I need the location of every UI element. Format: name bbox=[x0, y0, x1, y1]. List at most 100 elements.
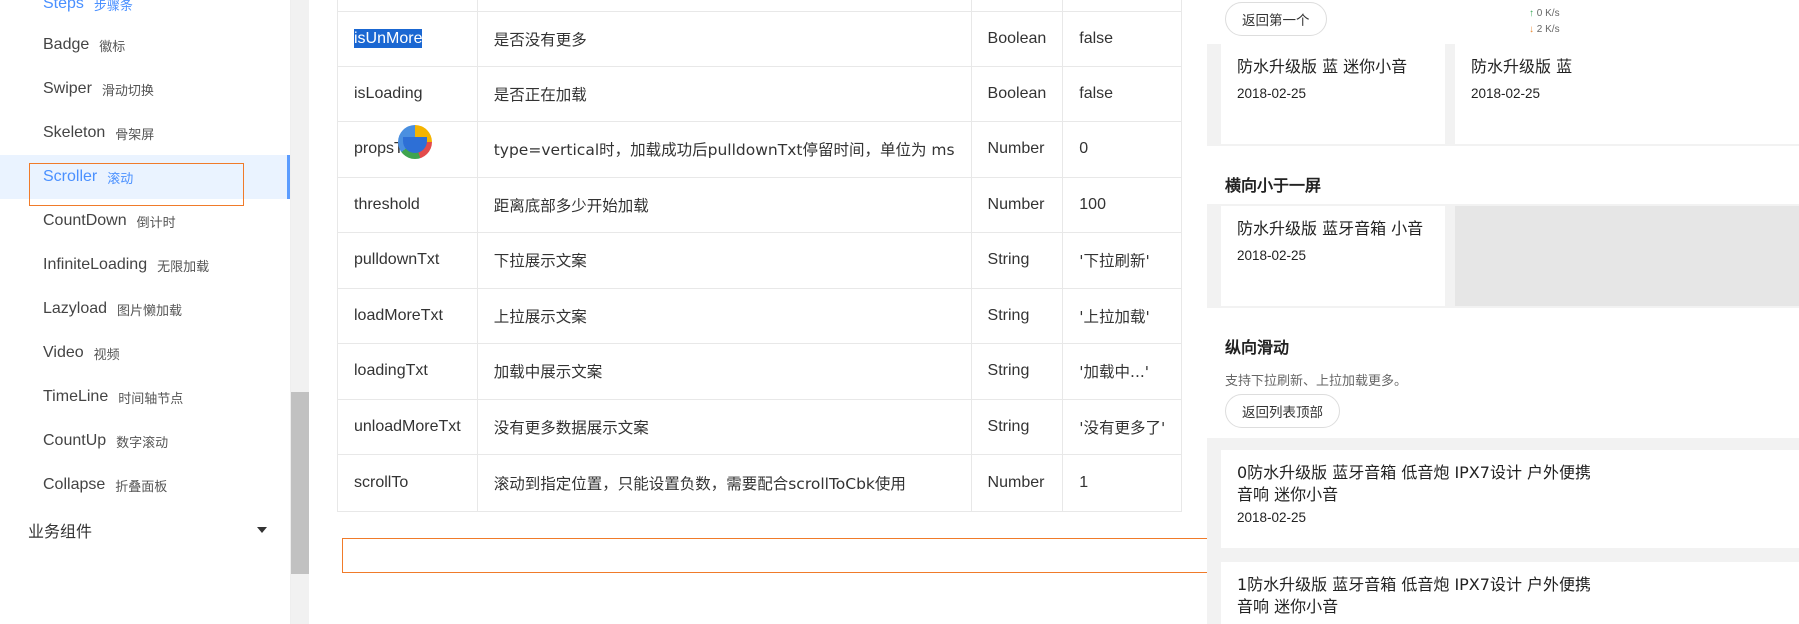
sidebar-item-sublabel: 滚动 bbox=[107, 171, 134, 187]
table-row: threshold 距离底部多少开始加载 Number 100 bbox=[337, 177, 1183, 233]
sidebar-item-sublabel: 倒计时 bbox=[136, 215, 176, 231]
item-title-line2: 音响 迷你小音 bbox=[1237, 485, 1339, 504]
item-title: 防水升级版 蓝牙音箱 小音 bbox=[1237, 219, 1424, 238]
sidebar-item-scroller[interactable]: Scroller 滚动 bbox=[0, 155, 290, 199]
sidebar-item-collapse[interactable]: Collapse 折叠面板 bbox=[0, 463, 290, 507]
table-cell-name: scrollTo bbox=[337, 454, 478, 512]
list-item[interactable]: 防水升级版 蓝 2018-02-25 bbox=[1455, 44, 1799, 144]
sidebar-item-label: Skeleton bbox=[43, 124, 106, 141]
table-cell-default: '下拉刷新' bbox=[1062, 232, 1183, 289]
table-cell-type bbox=[971, 0, 1064, 12]
sidebar-item-label: CountUp bbox=[43, 432, 107, 449]
table-cell-name: isLoading bbox=[337, 66, 478, 122]
table-cell-desc: 下拉展示文案 bbox=[477, 232, 972, 289]
download-speed: ↓ 2 K/s bbox=[1529, 24, 1560, 35]
table-row: isLoading 是否正在加载 Boolean false bbox=[337, 66, 1183, 122]
sidebar-item-lazyload[interactable]: Lazyload 图片懒加载 bbox=[0, 287, 290, 331]
sidebar-item-skeleton[interactable]: Skeleton 骨架屏 bbox=[0, 111, 290, 155]
list-item[interactable]: 0防水升级版 蓝牙音箱 低音炮 IPX7设计 户外便携 音响 迷你小音 2018… bbox=[1221, 450, 1799, 548]
table-cell-name: loadingTxt bbox=[337, 343, 478, 400]
list-item[interactable]: 防水升级版 蓝牙音箱 小音 2018-02-25 bbox=[1221, 206, 1445, 306]
sidebar-item-infiniteloading[interactable]: InfiniteLoading 无限加载 bbox=[0, 243, 290, 287]
table-cell-name: isUnMore bbox=[337, 11, 478, 67]
table-row: loadMoreTxt 上拉展示文案 String '上拉加载' bbox=[337, 288, 1183, 344]
item-date: 2018-02-25 bbox=[1237, 510, 1307, 525]
table-row: isUnMore 是否没有更多 Boolean false bbox=[337, 11, 1183, 67]
table-cell-type: String bbox=[971, 288, 1064, 344]
sidebar-group-business[interactable]: 业务组件 bbox=[0, 508, 290, 552]
sidebar-item-countup[interactable]: CountUp 数字滚动 bbox=[0, 419, 290, 463]
table-cell-default: 1 bbox=[1062, 454, 1183, 512]
sidebar-item-label: TimeLine bbox=[43, 388, 109, 405]
table-cell-type: Boolean bbox=[971, 66, 1064, 122]
sidebar-item-swiper[interactable]: Swiper 滑动切换 bbox=[0, 67, 290, 111]
demo-preview: 返回第一个 防水升级版 蓝 迷你小音 2018-02-25 防水升级版 蓝 20… bbox=[1207, 0, 1799, 624]
table-cell-desc: 滚动到指定位置，只能设置负数，需要配合scrollToCbk使用 bbox=[477, 454, 972, 512]
sidebar-item-sublabel: 折叠面板 bbox=[115, 479, 168, 495]
table-cell-desc bbox=[477, 0, 972, 12]
table-cell-desc: 上拉展示文案 bbox=[477, 288, 972, 344]
table-cell-desc: 没有更多数据展示文案 bbox=[477, 399, 972, 455]
list-item[interactable]: 防水升级版 蓝 迷你小音 2018-02-25 bbox=[1221, 44, 1445, 144]
sidebar-item-sublabel: 无限加载 bbox=[157, 259, 210, 275]
table-cell-type: Number bbox=[971, 454, 1064, 512]
caret-down-icon bbox=[257, 527, 267, 533]
table-cell-type: Number bbox=[971, 121, 1064, 178]
sidebar-item-label: CountDown bbox=[43, 212, 127, 229]
sidebar-item-sublabel: 图片懒加载 bbox=[117, 303, 183, 319]
table-cell-default: 0 bbox=[1062, 121, 1183, 178]
scrollbar-thumb[interactable] bbox=[291, 392, 309, 574]
sidebar-item-badge[interactable]: Badge 徽标 bbox=[0, 23, 290, 67]
item-title-line1: 1防水升级版 蓝牙音箱 低音炮 IPX7设计 户外便携 bbox=[1237, 575, 1592, 594]
table-cell-desc: 加载中展示文案 bbox=[477, 343, 972, 400]
upload-speed: ↑ 0 K/s bbox=[1529, 8, 1560, 19]
table-cell-type: Number bbox=[971, 177, 1064, 233]
table-cell-name: propsTim bbox=[337, 121, 478, 178]
item-date: 2018-02-25 bbox=[1471, 86, 1541, 101]
sidebar-item-label: InfiniteLoading bbox=[43, 256, 148, 273]
bowl-emoji-icon bbox=[398, 125, 433, 159]
table-cell-default: false bbox=[1062, 11, 1183, 67]
item-title: 防水升级版 蓝 bbox=[1471, 57, 1573, 76]
table-cell-type: Boolean bbox=[971, 11, 1064, 67]
table-cell-default bbox=[1062, 0, 1183, 12]
sidebar-item-sublabel: 步骤条 bbox=[93, 0, 133, 14]
sidebar-item-label: Collapse bbox=[43, 476, 106, 493]
sidebar-item-label: Steps bbox=[43, 0, 84, 12]
table-cell-desc: 是否正在加载 bbox=[477, 66, 972, 122]
sidebar-item-timeline[interactable]: TimeLine 时间轴节点 bbox=[0, 375, 290, 419]
sidebar-item-countdown[interactable]: CountDown 倒计时 bbox=[0, 199, 290, 243]
table-row: scrollTo 滚动到指定位置，只能设置负数，需要配合scrollToCbk使… bbox=[337, 454, 1183, 512]
table-cell-name: threshold bbox=[337, 177, 478, 233]
sidebar-item-sublabel: 骨架屏 bbox=[115, 127, 155, 143]
sidebar-item-sublabel: 视频 bbox=[93, 347, 120, 363]
sidebar-item-sublabel: 滑动切换 bbox=[101, 83, 154, 99]
table-cell-type: String bbox=[971, 399, 1064, 455]
table-cell-name: unloadMoreTxt bbox=[337, 399, 478, 455]
back-to-top-button[interactable]: 返回列表顶部 bbox=[1225, 394, 1340, 428]
sidebar-item-label: Badge bbox=[43, 36, 90, 53]
sidebar-item-label: Lazyload bbox=[43, 300, 108, 317]
empty-slot bbox=[1455, 206, 1799, 306]
table-row: unloadMoreTxt 没有更多数据展示文案 String '没有更多了' bbox=[337, 399, 1183, 455]
back-to-first-button[interactable]: 返回第一个 bbox=[1225, 2, 1327, 36]
sidebar-item-video[interactable]: Video 视频 bbox=[0, 331, 290, 375]
props-table: isUnMore 是否没有更多 Boolean false isLoading … bbox=[337, 0, 1183, 512]
table-cell-default: '加载中...' bbox=[1062, 343, 1183, 400]
arrow-down-icon: ↓ bbox=[1529, 24, 1534, 35]
table-cell-default: '上拉加载' bbox=[1062, 288, 1183, 344]
list-item[interactable]: 1防水升级版 蓝牙音箱 低音炮 IPX7设计 户外便携 音响 迷你小音 bbox=[1221, 562, 1799, 624]
highlight-box-scrollto bbox=[342, 538, 1267, 573]
section-title-vertical: 纵向滑动 bbox=[1225, 338, 1290, 357]
arrow-up-icon: ↑ bbox=[1529, 8, 1534, 19]
item-date: 2018-02-25 bbox=[1237, 86, 1307, 101]
item-date: 2018-02-25 bbox=[1237, 248, 1307, 263]
sidebar-nav: Steps 步骤条 Badge 徽标 Swiper 滑动切换 Skeleton … bbox=[0, 0, 291, 624]
table-row: loadingTxt 加载中展示文案 String '加载中...' bbox=[337, 343, 1183, 400]
sidebar-item-label: Swiper bbox=[43, 80, 92, 97]
table-row: pulldownTxt 下拉展示文案 String '下拉刷新' bbox=[337, 232, 1183, 289]
table-cell-type: String bbox=[971, 232, 1064, 289]
section-title-horizontal-small: 横向小于一屏 bbox=[1225, 176, 1322, 195]
item-title: 防水升级版 蓝 迷你小音 bbox=[1237, 57, 1408, 76]
table-cell-default: 100 bbox=[1062, 177, 1183, 233]
